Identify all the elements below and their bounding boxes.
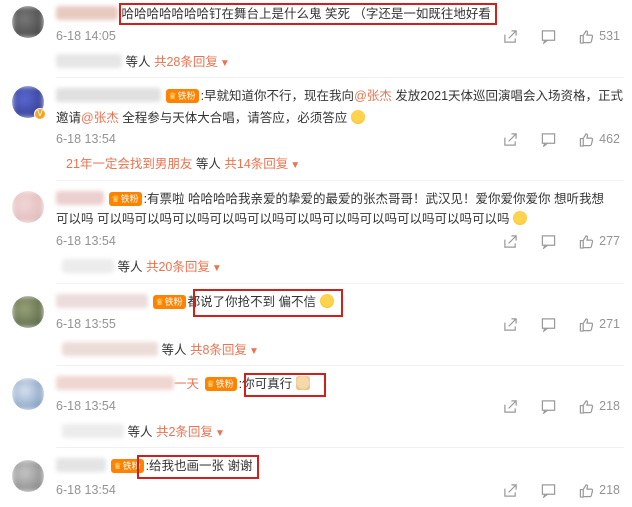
- reply-count-link[interactable]: 共28条回复: [154, 55, 218, 69]
- divider: [56, 447, 624, 448]
- blurred-username[interactable]: [56, 54, 122, 68]
- blurred-username[interactable]: [56, 6, 118, 20]
- share-icon[interactable]: [502, 482, 518, 498]
- like-icon[interactable]: [578, 131, 594, 147]
- blurred-username[interactable]: [56, 191, 104, 205]
- like-icon[interactable]: [578, 316, 594, 332]
- chevron-down-icon[interactable]: ▼: [290, 160, 300, 171]
- blurred-username[interactable]: [56, 88, 161, 102]
- share-icon[interactable]: [502, 28, 518, 44]
- reply-count-link[interactable]: 共8条回复: [190, 343, 247, 357]
- highlight-box: [119, 3, 497, 25]
- highlight-box: [244, 373, 326, 397]
- chevron-down-icon[interactable]: ▼: [212, 263, 222, 274]
- blurred-username[interactable]: [56, 376, 174, 390]
- like-count: 531: [599, 29, 620, 43]
- blurred-username[interactable]: [62, 342, 158, 356]
- blurred-username[interactable]: [62, 424, 124, 438]
- highlight-box: [193, 289, 343, 317]
- comment-icon[interactable]: [540, 316, 556, 332]
- highlight-box: [137, 455, 259, 479]
- avatar[interactable]: [12, 296, 44, 328]
- divider: [56, 283, 624, 284]
- like-count: 218: [599, 483, 620, 497]
- comment-time: 6-18 13:54: [56, 132, 116, 146]
- fan-badge: ♛铁粉: [166, 89, 199, 103]
- comment-time: 6-18 14:05: [56, 29, 116, 43]
- comment-time: 6-18 13:54: [56, 234, 116, 248]
- comment-time: 6-18 13:54: [56, 483, 116, 497]
- mention-link[interactable]: @张杰: [354, 89, 392, 103]
- comment-icon[interactable]: [540, 482, 556, 498]
- like-icon[interactable]: [578, 398, 594, 414]
- avatar[interactable]: [12, 378, 44, 410]
- divider: [56, 365, 624, 366]
- like-icon[interactable]: [578, 28, 594, 44]
- fan-badge: ♛铁粉: [204, 377, 237, 391]
- comment-icon[interactable]: [540, 398, 556, 414]
- like-count: 271: [599, 317, 620, 331]
- like-icon[interactable]: [578, 482, 594, 498]
- avatar[interactable]: [12, 6, 44, 38]
- reply-username[interactable]: 21年一定会找到男朋友: [66, 157, 192, 171]
- blurred-username[interactable]: [56, 294, 148, 308]
- avatar[interactable]: [12, 460, 44, 492]
- chevron-down-icon[interactable]: ▼: [249, 346, 259, 357]
- blush-emoji-icon: [350, 110, 365, 124]
- blurred-username[interactable]: [56, 458, 106, 472]
- reply-summary[interactable]: 等人 共2条回复 ▼: [62, 422, 225, 442]
- fan-badge: ♛铁粉: [109, 192, 142, 206]
- reply-summary[interactable]: 21年一定会找到男朋友 等人 共14条回复 ▼: [66, 154, 300, 174]
- like-count: 218: [599, 399, 620, 413]
- blurred-username[interactable]: [62, 259, 114, 273]
- comment-icon[interactable]: [540, 28, 556, 44]
- share-icon[interactable]: [502, 316, 518, 332]
- avatar[interactable]: [12, 191, 44, 223]
- like-count: 462: [599, 132, 620, 146]
- sad-emoji-icon: [512, 211, 527, 225]
- fan-badge: ♛铁粉: [153, 295, 186, 309]
- share-icon[interactable]: [502, 131, 518, 147]
- reply-count-link[interactable]: 共20条回复: [146, 260, 210, 274]
- comment-icon[interactable]: [540, 131, 556, 147]
- vip-badge-icon: V: [34, 108, 46, 120]
- share-icon[interactable]: [502, 233, 518, 249]
- comment-time: 6-18 13:55: [56, 317, 116, 331]
- comment-time: 6-18 13:54: [56, 399, 116, 413]
- share-icon[interactable]: [502, 398, 518, 414]
- divider: [56, 180, 624, 181]
- mention-link[interactable]: @张杰: [81, 111, 119, 125]
- reply-summary[interactable]: 等人 共20条回复 ▼: [62, 257, 222, 277]
- like-count: 277: [599, 234, 620, 248]
- reply-count-link[interactable]: 共2条回复: [156, 425, 213, 439]
- chevron-down-icon[interactable]: ▼: [220, 58, 230, 69]
- reply-summary[interactable]: 等人 共8条回复 ▼: [62, 340, 259, 360]
- chevron-down-icon[interactable]: ▼: [215, 428, 225, 439]
- reply-summary[interactable]: 等人 共28条回复 ▼: [56, 52, 230, 72]
- reply-count-link[interactable]: 共14条回复: [224, 157, 288, 171]
- comment-icon[interactable]: [540, 233, 556, 249]
- like-icon[interactable]: [578, 233, 594, 249]
- divider: [56, 77, 624, 78]
